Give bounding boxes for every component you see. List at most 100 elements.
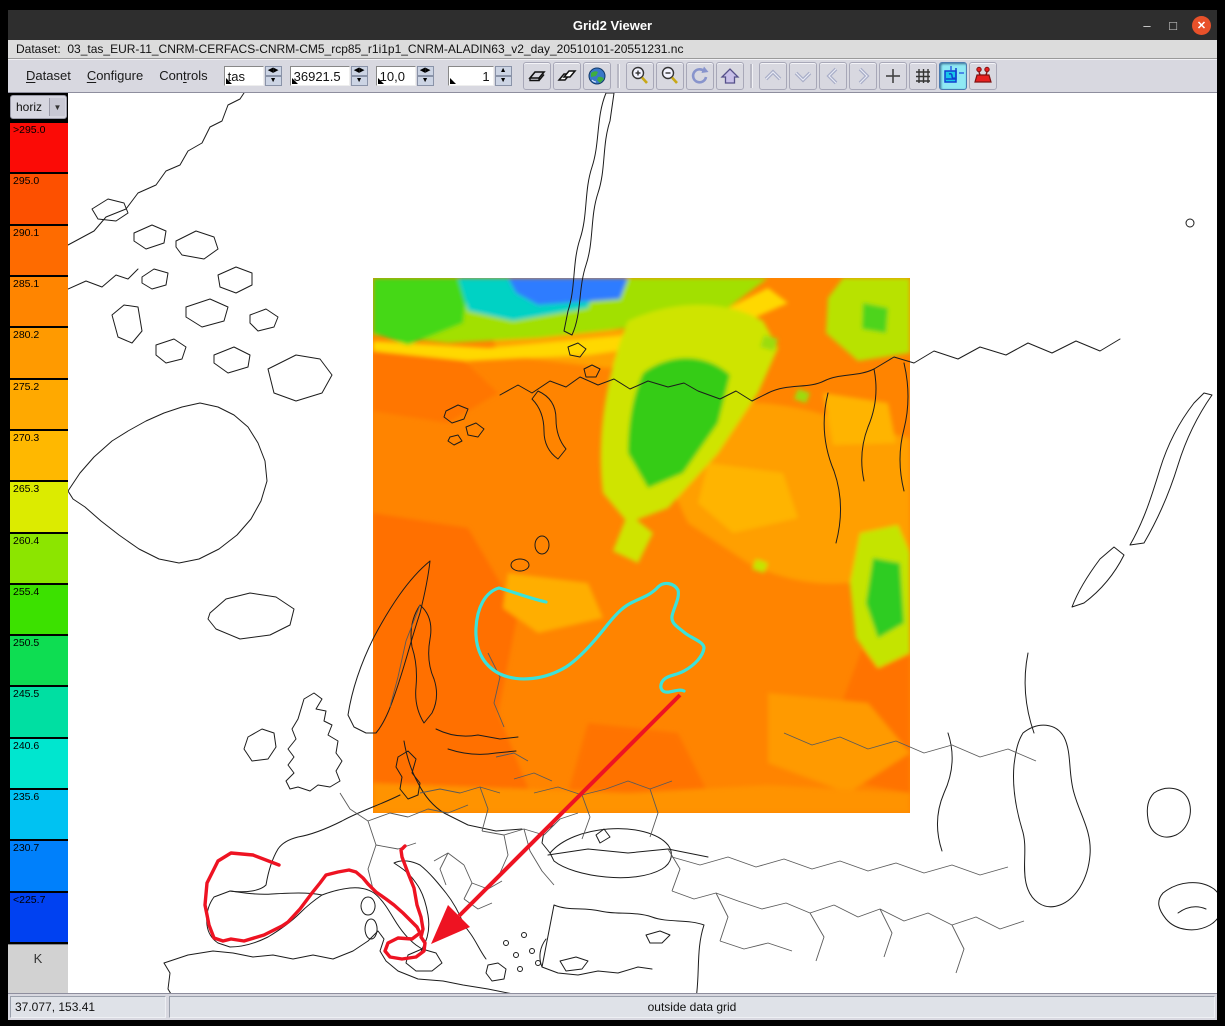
frame-field[interactable]: 1 — [448, 66, 494, 86]
page-up-icon — [762, 65, 784, 87]
zoom-in-icon — [629, 65, 651, 87]
cursor-coordinates: 37.077, 153.41 — [10, 996, 166, 1018]
time-stepper[interactable]: ◀▶▼ — [351, 66, 368, 86]
colorbar-level: 265.3 — [10, 482, 68, 531]
rotate-icon — [689, 65, 711, 87]
step-horizontal-icon[interactable]: ◀▶ — [351, 66, 368, 76]
chevron-down-icon[interactable]: ▼ — [49, 98, 65, 116]
variable-stepper[interactable]: ◀▶▼ — [265, 66, 282, 86]
page-right-button[interactable] — [849, 62, 877, 90]
status-message: outside data grid — [169, 996, 1215, 1018]
rotate-button[interactable] — [686, 62, 714, 90]
close-button[interactable]: ✕ — [1192, 16, 1211, 35]
zoom-in-button[interactable] — [626, 62, 654, 90]
colorbar-level-label: <225.7 — [13, 894, 45, 906]
level-field-group: 10,0 ◀▶▼ — [376, 66, 434, 86]
icon-bar — [522, 62, 998, 90]
dataset-label: Dataset: — [16, 42, 61, 56]
variable-field-group: tas ◀▶▼ — [224, 66, 282, 86]
menu-dataset[interactable]: Dataset — [18, 65, 79, 86]
colorbar-level: 255.4 — [10, 585, 68, 634]
stacked-planes-icon — [557, 66, 577, 86]
colorbar-level-label: 250.5 — [13, 637, 39, 649]
level-field[interactable]: 10,0 — [376, 66, 416, 86]
spin-down-icon[interactable]: ▼ — [495, 76, 512, 86]
red-region-outline — [205, 846, 425, 959]
colorbar-level: 295.0 — [10, 174, 68, 223]
menu-controls[interactable]: Controls — [151, 65, 215, 86]
spin-up-icon[interactable]: ▲ — [495, 66, 512, 76]
minimize-button[interactable]: – — [1140, 18, 1154, 33]
time-field[interactable]: 36921.5 — [290, 66, 350, 86]
map-canvas[interactable] — [68, 93, 1217, 993]
home-button[interactable] — [716, 62, 744, 90]
frame-field-group: 1 ▲▼ — [448, 66, 512, 86]
time-field-group: 36921.5 ◀▶▼ — [290, 66, 368, 86]
colorbar-level-label: >295.0 — [13, 124, 45, 136]
menu-configure[interactable]: Configure — [79, 65, 151, 86]
colorbar-level: 235.6 — [10, 790, 68, 839]
colorbar-level-label: 285.1 — [13, 278, 39, 290]
view-mode-value: horiz — [11, 100, 49, 114]
zoom-out-button[interactable] — [656, 62, 684, 90]
step-horizontal-icon[interactable]: ◀▶ — [417, 66, 434, 76]
colorbar-level-label: 230.7 — [13, 842, 39, 854]
grid-icon — [912, 65, 934, 87]
horizontal-plane-button[interactable] — [523, 62, 551, 90]
animation-robot-icon — [972, 65, 994, 87]
page-left-button[interactable] — [819, 62, 847, 90]
page-left-icon — [822, 65, 844, 87]
toolbar-separator — [617, 64, 620, 88]
colorbar-level: <225.7 — [10, 893, 68, 942]
colorbar-level: 285.1 — [10, 277, 68, 326]
step-down-icon[interactable]: ▼ — [351, 76, 368, 86]
title-bar[interactable]: Grid2 Viewer – □ ✕ — [8, 10, 1217, 40]
colorbar-level-label: 290.1 — [13, 227, 39, 239]
step-down-icon[interactable]: ▼ — [265, 76, 282, 86]
app-window: Grid2 Viewer – □ ✕ Dataset: 03_tas_EUR-1… — [8, 10, 1217, 1020]
page-down-icon — [792, 65, 814, 87]
colorbar-level: 230.7 — [10, 841, 68, 890]
colorbar-level-label: 255.4 — [13, 586, 39, 598]
toolbar-separator — [750, 64, 753, 88]
status-bar: 37.077, 153.41 outside data grid — [8, 993, 1217, 1020]
colorbar-level: 270.3 — [10, 431, 68, 480]
map-svg — [68, 93, 1217, 993]
colorbar-level: 290.1 — [10, 226, 68, 275]
page-down-button[interactable] — [789, 62, 817, 90]
globe-button[interactable] — [583, 62, 611, 90]
colorbar-level: 240.6 — [10, 739, 68, 788]
horizontal-plane-icon — [527, 66, 547, 86]
step-horizontal-icon[interactable]: ◀▶ — [265, 66, 282, 76]
colorbar-level-label: 280.2 — [13, 329, 39, 341]
window-title: Grid2 Viewer — [8, 18, 1217, 33]
menu-bar: DatasetConfigureControls — [18, 67, 216, 85]
colorbar-level: 250.5 — [10, 636, 68, 685]
maximize-button[interactable]: □ — [1166, 18, 1180, 33]
level-stepper[interactable]: ◀▶▼ — [417, 66, 434, 86]
grid-button[interactable] — [909, 62, 937, 90]
stacked-planes-button[interactable] — [553, 62, 581, 90]
colorbar-level: 275.2 — [10, 380, 68, 429]
colorbar-level: >295.0 — [10, 123, 68, 172]
variable-field[interactable]: tas — [224, 66, 264, 86]
colorbar: >295.0 295.0 290.1 285.1 280.2 275.2 270.3 265.… — [8, 121, 68, 942]
toolbar: DatasetConfigureControls tas ◀▶▼ 36921.5… — [8, 59, 1217, 93]
colorbar-level-label: 275.2 — [13, 381, 39, 393]
colorbar-level-label: 240.6 — [13, 740, 39, 752]
colorbar-level-label: 270.3 — [13, 432, 39, 444]
globe-icon — [587, 66, 607, 86]
colorbar-level-label: 245.5 — [13, 688, 39, 700]
colormap-editor-button[interactable] — [939, 62, 967, 90]
view-mode-dropdown[interactable]: horiz ▼ — [10, 95, 67, 119]
dataset-filename: 03_tas_EUR-11_CNRM-CERFACS-CNRM-CM5_rcp8… — [67, 42, 683, 56]
colorbar-level: 260.4 — [10, 534, 68, 583]
animation-robot-button[interactable] — [969, 62, 997, 90]
step-down-icon[interactable]: ▼ — [417, 76, 434, 86]
colorbar-level: 245.5 — [10, 687, 68, 736]
add-button[interactable] — [879, 62, 907, 90]
frame-spinner[interactable]: ▲▼ — [495, 66, 512, 86]
page-up-button[interactable] — [759, 62, 787, 90]
window-controls: – □ ✕ — [1140, 10, 1211, 40]
add-icon — [882, 65, 904, 87]
